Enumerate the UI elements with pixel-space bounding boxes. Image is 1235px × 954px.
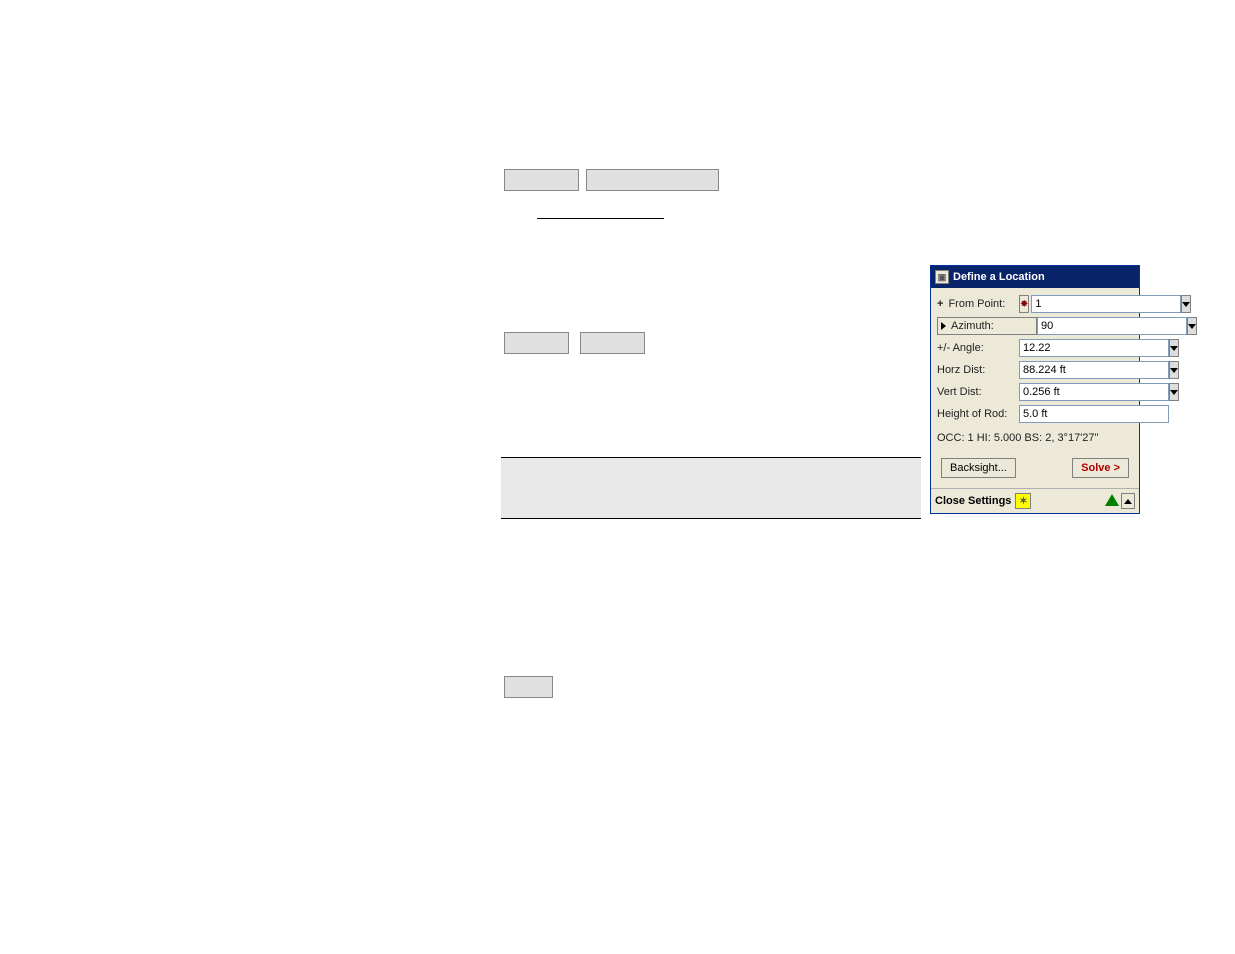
row-from-point: + From Point: ✸: [937, 294, 1133, 314]
row-horz-dist: Horz Dist:: [937, 360, 1133, 380]
play-icon: [941, 322, 946, 330]
from-point-dropdown[interactable]: [1181, 295, 1191, 313]
row-angle: +/- Angle:: [937, 338, 1133, 358]
doc-box-5: [504, 676, 553, 698]
doc-box-4: [580, 332, 645, 354]
row-height-rod: Height of Rod:: [937, 404, 1133, 424]
expand-up-button[interactable]: [1121, 493, 1135, 509]
doc-box-2: [586, 169, 719, 191]
azimuth-dropdown[interactable]: [1187, 317, 1197, 335]
backsight-button[interactable]: Backsight...: [941, 458, 1016, 478]
doc-underline-1: [537, 217, 664, 219]
height-rod-input[interactable]: [1019, 405, 1169, 423]
define-location-dialog: ▣ Define a Location + From Point: ✸ Azim…: [930, 265, 1140, 514]
vert-dist-dropdown[interactable]: [1169, 383, 1179, 401]
dialog-body: + From Point: ✸ Azimuth: +/- Angle: Horz…: [931, 288, 1139, 488]
doc-box-3: [504, 332, 569, 354]
dialog-titlebar: ▣ Define a Location: [931, 266, 1139, 288]
azimuth-label-button[interactable]: Azimuth:: [937, 317, 1037, 335]
solve-button[interactable]: Solve >: [1072, 458, 1129, 478]
from-point-label: + From Point:: [937, 298, 1019, 310]
vert-dist-input[interactable]: [1019, 383, 1169, 401]
dialog-title: Define a Location: [953, 271, 1045, 283]
angle-input[interactable]: [1019, 339, 1169, 357]
azimuth-input[interactable]: [1037, 317, 1187, 335]
app-icon: ▣: [935, 270, 949, 284]
doc-box-1: [504, 169, 579, 191]
horz-dist-input[interactable]: [1019, 361, 1169, 379]
close-settings-label[interactable]: Close Settings: [935, 495, 1011, 507]
row-vert-dist: Vert Dist:: [937, 382, 1133, 402]
settings-star-icon[interactable]: ✶: [1015, 493, 1031, 509]
horz-dist-dropdown[interactable]: [1169, 361, 1179, 379]
dialog-bottom-bar: Close Settings ✶: [931, 488, 1139, 513]
plus-icon: +: [937, 298, 943, 310]
horz-dist-label: Horz Dist:: [937, 364, 1019, 376]
angle-label: +/- Angle:: [937, 342, 1019, 354]
height-rod-label: Height of Rod:: [937, 408, 1019, 420]
row-azimuth: Azimuth:: [937, 316, 1133, 336]
warning-icon[interactable]: [1105, 494, 1119, 508]
angle-dropdown[interactable]: [1169, 339, 1179, 357]
dialog-button-row: Backsight... Solve >: [937, 456, 1133, 484]
status-line: OCC: 1 HI: 5.000 BS: 2, 3°17'27": [937, 432, 1133, 444]
pick-point-icon-button[interactable]: ✸: [1019, 295, 1029, 313]
vert-dist-label: Vert Dist:: [937, 386, 1019, 398]
doc-wide-band: [501, 457, 921, 519]
from-point-input[interactable]: [1031, 295, 1181, 313]
